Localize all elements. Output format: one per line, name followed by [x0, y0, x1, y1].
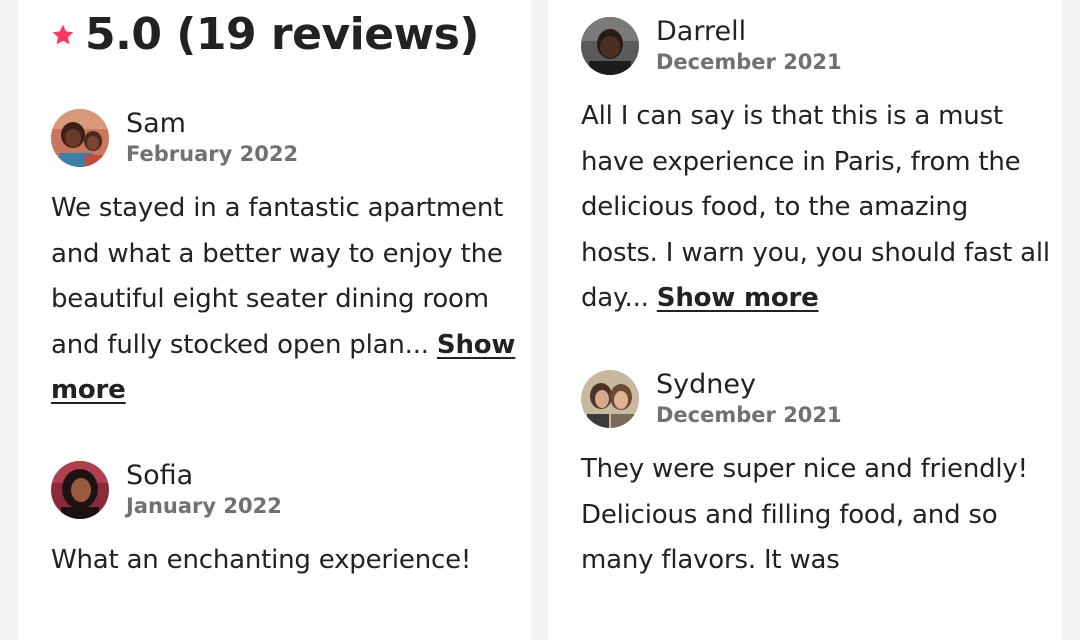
- avatar-photo: [51, 461, 109, 519]
- reviewer-info: Sofia January 2022: [51, 460, 521, 520]
- review-text-block: What an enchanting experience!: [51, 538, 521, 584]
- review-text-block: They were super nice and friendly! Delic…: [581, 447, 1051, 584]
- avatar[interactable]: [51, 461, 109, 519]
- reviewer-name[interactable]: Sofia: [126, 460, 282, 492]
- avatar-photo: [581, 370, 639, 428]
- review-item: Sam February 2022 We stayed in a fantast…: [51, 108, 521, 414]
- review-item: Darrell December 2021 All I can say is t…: [581, 16, 1051, 322]
- review-text: All I can say is that this is a must hav…: [581, 101, 1050, 313]
- reviewer-name[interactable]: Sydney: [656, 369, 842, 401]
- star-icon: [52, 24, 74, 45]
- reviewer-meta: Darrell December 2021: [656, 16, 842, 76]
- rating-summary: 5.0 (19 reviews): [51, 6, 480, 62]
- reviewer-meta: Sofia January 2022: [126, 460, 282, 520]
- reviewer-info: Darrell December 2021: [581, 16, 1051, 76]
- review-text: We stayed in a fantastic apartment and w…: [51, 193, 504, 360]
- reviewer-info: Sam February 2022: [51, 108, 521, 168]
- review-text: They were super nice and friendly! Delic…: [581, 454, 1028, 575]
- review-date: December 2021: [656, 403, 842, 427]
- avatar[interactable]: [581, 370, 639, 428]
- review-text: What an enchanting experience!: [51, 545, 472, 575]
- reviews-column-left: 5.0 (19 reviews) Sam February 2022 We st…: [18, 0, 531, 640]
- reviews-column-right: Darrell December 2021 All I can say is t…: [548, 0, 1062, 640]
- reviewer-info: Sydney December 2021: [581, 369, 1051, 429]
- show-more-link[interactable]: Show more: [657, 283, 819, 313]
- avatar-photo: [581, 17, 639, 75]
- review-date: December 2021: [656, 50, 842, 74]
- review-item: Sofia January 2022 What an enchanting ex…: [51, 460, 521, 584]
- reviewer-meta: Sydney December 2021: [656, 369, 842, 429]
- review-text-block: All I can say is that this is a must hav…: [581, 94, 1051, 322]
- rating-text: 5.0 (19 reviews): [85, 8, 480, 60]
- review-text-block: We stayed in a fantastic apartment and w…: [51, 186, 521, 414]
- review-date: February 2022: [126, 142, 299, 166]
- avatar-photo: [51, 109, 109, 167]
- avatar[interactable]: [581, 17, 639, 75]
- avatar[interactable]: [51, 109, 109, 167]
- review-date: January 2022: [126, 494, 282, 518]
- reviewer-name[interactable]: Sam: [126, 108, 298, 140]
- reviewer-meta: Sam February 2022: [126, 108, 298, 168]
- review-item: Sydney December 2021 They were super nic…: [581, 369, 1051, 584]
- reviewer-name[interactable]: Darrell: [656, 16, 842, 48]
